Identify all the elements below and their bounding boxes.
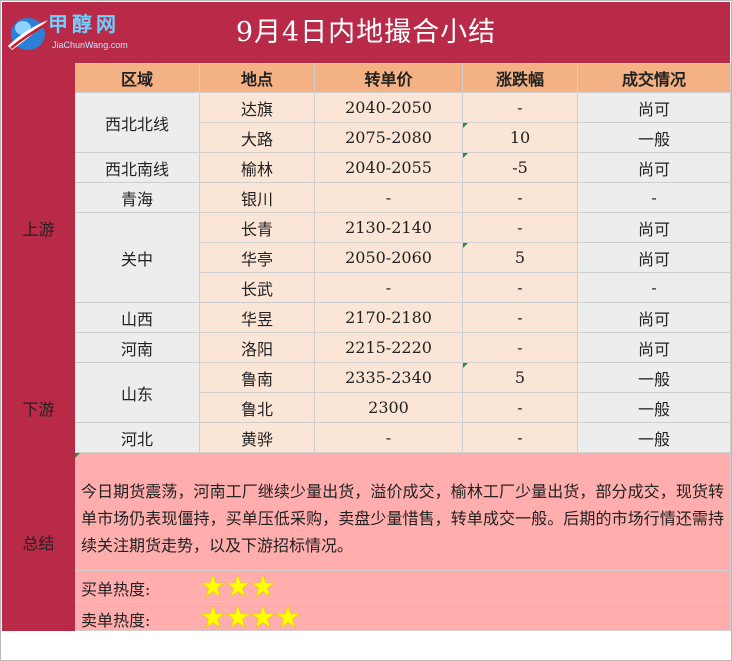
deal-cell: 一般: [577, 122, 731, 153]
deal-cell: 尚可: [577, 212, 731, 243]
sell-heat-label: 卖单热度:: [81, 611, 151, 630]
column-header-price: 转单价: [314, 63, 463, 93]
table-row: 上游 西北北线 达旗 2040-2050 - 尚可: [2, 92, 731, 363]
sell-heat-row: 卖单热度:: [3, 601, 731, 633]
location-cell: 鲁北: [199, 392, 315, 423]
buy-heat-label: 买单热度:: [81, 580, 151, 599]
deal-cell: 一般: [577, 422, 731, 453]
change-cell: 10: [462, 122, 578, 153]
summary-text: 今日期货震荡，河南工厂继续少量出货，溢价成交，榆林工厂少量出货，部分成交，现货转…: [81, 482, 724, 555]
region-cell: 河北: [74, 422, 200, 453]
region-cell: 关中: [74, 212, 200, 303]
deal-cell: 一般: [577, 392, 731, 423]
sell-heat-rating: [201, 605, 301, 633]
table-row: 河北 黄骅 - - 一般: [3, 422, 731, 453]
price-cell: 2300: [314, 392, 463, 423]
column-header-location: 地点: [199, 63, 315, 93]
table-header-row: 区域 地点 转单价 涨跌幅 成交情况: [2, 63, 731, 93]
location-cell: 洛阳: [199, 332, 315, 363]
change-cell: -: [462, 212, 578, 243]
location-cell: 华亭: [199, 242, 315, 273]
price-cell: -: [314, 182, 463, 213]
buy-heat-cell: 买单热度:: [74, 570, 731, 602]
deal-cell: 尚可: [577, 242, 731, 273]
star-icon: [201, 605, 225, 629]
price-cell: 2075-2080: [314, 122, 463, 153]
column-header-region: 区域: [74, 63, 200, 93]
price-cell: 2130-2140: [314, 212, 463, 243]
summary-label: 总结: [2, 452, 75, 631]
page-title: 9月4日内地撮合小结: [235, 17, 497, 48]
group-downstream: 下游: [2, 362, 75, 453]
region-cell: 西北南线: [74, 152, 200, 183]
region-cell: 青海: [74, 182, 200, 213]
change-cell: -: [462, 332, 578, 363]
price-cell: 2215-2220: [314, 332, 463, 363]
region-cell: 西北北线: [74, 92, 200, 153]
table-row: 河南 洛阳 2215-2220 - 尚可: [3, 332, 731, 363]
star-icon: [226, 574, 250, 598]
region-cell: 山西: [74, 302, 200, 333]
change-cell: -: [462, 92, 578, 123]
summary-row: 总结 今日期货震荡，河南工厂继续少量出货，溢价成交，榆林工厂少量出货，部分成交，…: [2, 452, 731, 631]
star-icon: [276, 605, 300, 629]
deal-cell: 尚可: [577, 332, 731, 363]
location-cell: 榆林: [199, 152, 315, 183]
change-cell: -: [462, 182, 578, 213]
column-header-deal: 成交情况: [577, 63, 731, 93]
star-icon: [201, 574, 225, 598]
change-cell: 5: [462, 362, 578, 393]
header-corner: [2, 63, 75, 93]
region-cell: 山东: [74, 362, 200, 423]
change-cell: -: [462, 392, 578, 423]
report-frame: 甲醇网 JiaChunWang.com 9月4日内地撮合小结 区域 地点 转单价…: [0, 0, 732, 661]
table-row: 西北南线 榆林 2040-2055 -5 尚可: [3, 152, 731, 183]
change-cell: -: [462, 422, 578, 453]
change-cell: -5: [462, 152, 578, 183]
table-row: 山西 华昱 2170-2180 - 尚可: [3, 302, 731, 333]
table-row: 下游 山东 鲁南 2335-2340 5 一般: [2, 362, 731, 453]
header-bar: 甲醇网 JiaChunWang.com 9月4日内地撮合小结: [2, 2, 730, 63]
buy-heat-row: 买单热度:: [3, 570, 731, 602]
deal-cell: 尚可: [577, 152, 731, 183]
star-icon: [226, 605, 250, 629]
change-cell: 5: [462, 242, 578, 273]
deal-cell: 尚可: [577, 92, 731, 123]
deal-cell: 尚可: [577, 302, 731, 333]
group-upstream: 上游: [2, 92, 75, 363]
price-cell: -: [314, 272, 463, 303]
deal-cell: -: [577, 272, 731, 303]
price-cell: -: [314, 422, 463, 453]
table-row: 关中 长青 2130-2140 - 尚可: [3, 212, 731, 303]
change-cell: -: [462, 272, 578, 303]
price-cell: 2040-2055: [314, 152, 463, 183]
star-icon: [251, 574, 275, 598]
location-cell: 银川: [199, 182, 315, 213]
location-cell: 长青: [199, 212, 315, 243]
price-cell: 2050-2060: [314, 242, 463, 273]
location-cell: 长武: [199, 272, 315, 303]
column-header-change: 涨跌幅: [462, 63, 578, 93]
star-icon: [251, 605, 275, 629]
region-cell: 河南: [74, 332, 200, 363]
price-cell: 2335-2340: [314, 362, 463, 393]
location-cell: 达旗: [199, 92, 315, 123]
price-cell: 2170-2180: [314, 302, 463, 333]
price-cell: 2040-2050: [314, 92, 463, 123]
location-cell: 华昱: [199, 302, 315, 333]
table-row: 青海 银川 - - -: [3, 182, 731, 213]
sell-heat-cell: 卖单热度:: [74, 601, 731, 633]
summary-cell: 今日期货震荡，河南工厂继续少量出货，溢价成交，榆林工厂少量出货，部分成交，现货转…: [74, 452, 731, 571]
change-cell: -: [462, 302, 578, 333]
location-cell: 鲁南: [199, 362, 315, 393]
summary-table: 区域 地点 转单价 涨跌幅 成交情况 上游 西北北线 达旗 2040-2050 …: [2, 63, 731, 631]
location-cell: 黄骅: [199, 422, 315, 453]
location-cell: 大路: [199, 122, 315, 153]
deal-cell: -: [577, 182, 731, 213]
buy-heat-rating: [201, 574, 276, 602]
deal-cell: 一般: [577, 362, 731, 393]
